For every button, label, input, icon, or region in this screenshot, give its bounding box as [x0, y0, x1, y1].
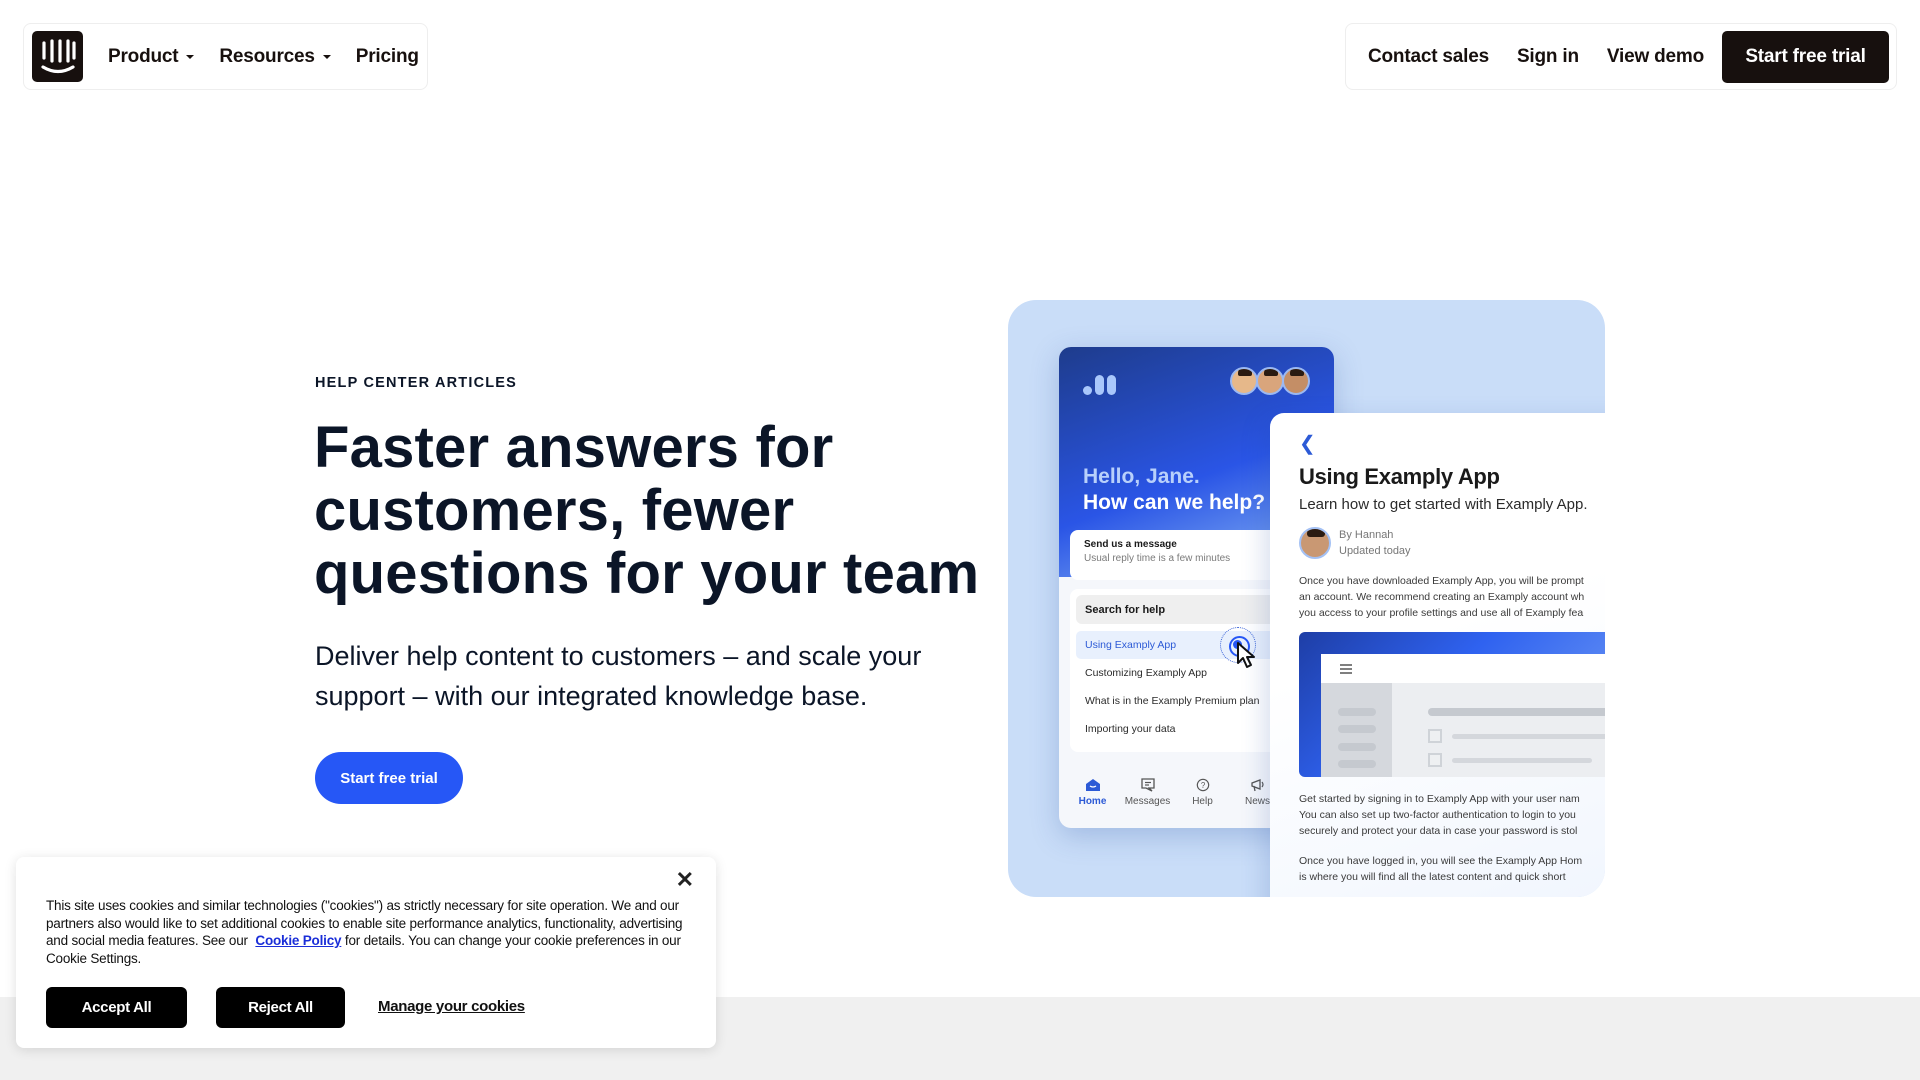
tab-help[interactable]: ? Help	[1175, 778, 1230, 828]
hero-title-line: Faster answers for	[314, 415, 834, 480]
paragraph-line: securely and protect your data in case y…	[1299, 825, 1578, 837]
caret-down-icon	[186, 54, 195, 59]
nav-pricing[interactable]: Pricing	[356, 46, 419, 68]
article-panel: ❮ Using Examply App Learn how to get sta…	[1270, 413, 1605, 897]
hero-subtitle-line: Deliver help content to customers – and …	[315, 641, 922, 671]
hero-start-trial-button[interactable]: Start free trial	[315, 752, 463, 804]
paragraph-line: Once you have logged in, you will see th…	[1299, 855, 1583, 867]
back-chevron-icon[interactable]: ❮	[1299, 431, 1605, 456]
article-author: By Hannah Updated today	[1299, 527, 1605, 559]
nav-product-label: Product	[108, 45, 179, 67]
tab-home-label: Home	[1078, 796, 1107, 807]
paragraph-line: You can also set up two-factor authentic…	[1299, 809, 1576, 821]
nav-resources-label: Resources	[219, 45, 315, 67]
author-avatar	[1299, 527, 1331, 559]
sign-in-link[interactable]: Sign in	[1517, 46, 1579, 68]
article-title: Using Examply App	[1299, 464, 1500, 489]
messages-icon	[1140, 778, 1155, 792]
cookie-message: This site uses cookies and similar techn…	[46, 897, 696, 967]
contact-sales-link[interactable]: Contact sales	[1368, 46, 1489, 68]
paragraph-line: you access to your profile settings and …	[1299, 607, 1584, 619]
help-icon: ?	[1196, 778, 1209, 792]
author-name: By Hannah	[1339, 529, 1394, 541]
paragraph-line: Get started by signing in to Examply App…	[1299, 793, 1580, 805]
article-paragraph: Once you have downloaded Examply App, yo…	[1299, 573, 1605, 621]
paragraph-line: an account. We recommend creating an Exa…	[1299, 591, 1585, 603]
logo-icon[interactable]	[32, 31, 83, 82]
article-paragraph: Get started by signing in to Examply App…	[1299, 791, 1605, 839]
cookie-policy-link[interactable]: Cookie Policy	[255, 933, 341, 948]
article-paragraph: Once you have logged in, you will see th…	[1299, 853, 1605, 885]
avatar	[1230, 367, 1258, 395]
avatar	[1256, 367, 1284, 395]
hamburger-menu-icon	[1340, 664, 1352, 674]
team-avatars	[1230, 367, 1310, 395]
secondary-nav: Contact sales Sign in View demo Start fr…	[1345, 23, 1897, 90]
app-logo-icon	[1083, 375, 1116, 395]
accept-all-button[interactable]: Accept All	[46, 987, 187, 1028]
caret-down-icon	[322, 54, 331, 59]
paragraph-line: Once you have downloaded Examply App, yo…	[1299, 575, 1584, 587]
article-subtitle: Learn how to get started with Examply Ap…	[1299, 496, 1588, 513]
primary-nav: Product Resources Pricing	[23, 23, 428, 90]
view-demo-link[interactable]: View demo	[1607, 46, 1704, 68]
tab-home[interactable]: Home	[1065, 778, 1120, 828]
nav-product[interactable]: Product	[108, 45, 195, 68]
hero-subtitle-line: support – with our integrated knowledge …	[315, 681, 868, 711]
nav-resources[interactable]: Resources	[219, 45, 331, 68]
nav-pricing-label: Pricing	[355, 45, 419, 67]
article-screenshot	[1299, 632, 1605, 777]
megaphone-icon	[1250, 779, 1264, 792]
greeting-question: How can we help?	[1083, 491, 1266, 514]
avatar	[1282, 367, 1310, 395]
mouse-cursor-icon	[1237, 642, 1255, 668]
hero-subtitle: Deliver help content to customers – and …	[315, 636, 1015, 716]
hero-title-line: customers, fewer	[314, 478, 795, 543]
hero-title: Faster answers for customers, fewer ques…	[314, 416, 1034, 605]
tab-help-label: Help	[1192, 796, 1213, 807]
paragraph-line: is where you will find all the latest co…	[1299, 871, 1566, 883]
nav-start-trial-button[interactable]: Start free trial	[1722, 31, 1889, 83]
greeting-name: Hello, Jane.	[1083, 465, 1200, 488]
tab-messages[interactable]: Messages	[1120, 778, 1175, 828]
svg-text:?: ?	[1200, 781, 1205, 790]
product-mockup: Hello, Jane. How can we help? Send us a …	[1008, 300, 1605, 897]
reject-all-button[interactable]: Reject All	[216, 987, 345, 1028]
eyebrow-label: HELP CENTER ARTICLES	[315, 375, 518, 391]
tab-messages-label: Messages	[1124, 796, 1171, 807]
close-icon[interactable]: ✕	[676, 869, 694, 891]
tab-news-label: News	[1244, 796, 1270, 807]
home-icon	[1085, 779, 1100, 791]
hero-title-line: questions for your team	[314, 541, 980, 606]
updated-label: Updated today	[1339, 545, 1411, 557]
manage-cookies-link[interactable]: Manage your cookies	[378, 998, 525, 1015]
cookie-banner: ✕ This site uses cookies and similar tec…	[16, 857, 716, 1048]
